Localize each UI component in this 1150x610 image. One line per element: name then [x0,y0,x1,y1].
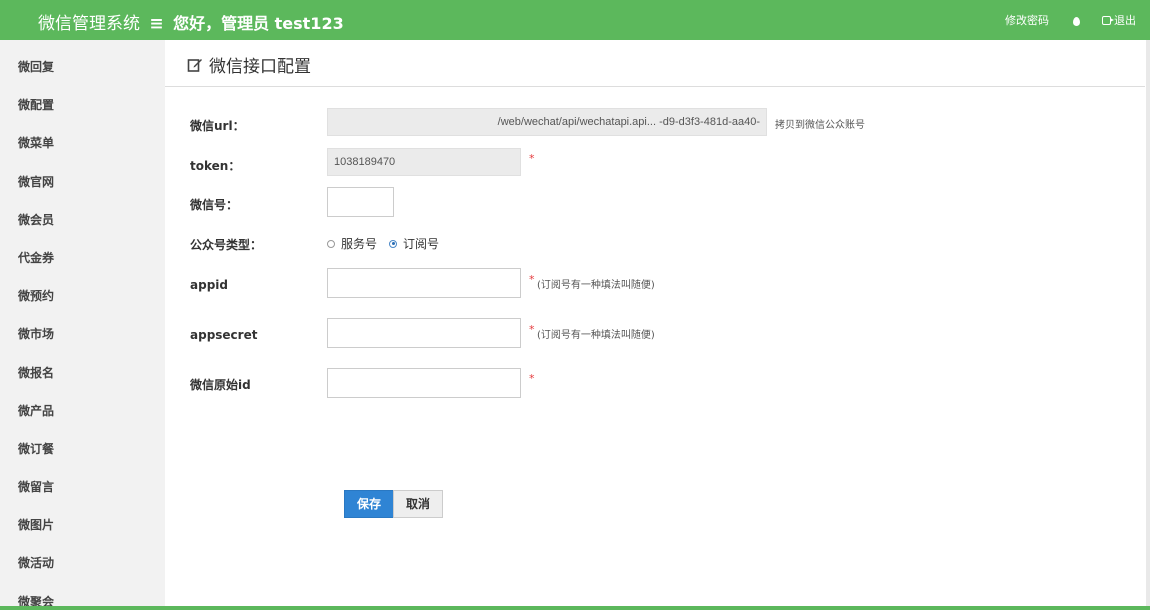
top-actions: 修改密码 退出 [1005,12,1136,28]
bottom-accent-bar [0,606,1150,610]
sidebar-item[interactable]: 代金券 [0,239,165,277]
token-required-mark: * [529,152,535,165]
main-content: 微信接口配置 微信url： /web/wechat/api/wechatapi.… [165,40,1150,606]
logout-link[interactable]: 退出 [1102,12,1136,28]
user-greeting: 您好，管理员 test123 [173,14,344,33]
sidebar-item[interactable]: 微活动 [0,544,165,582]
sidebar-item[interactable]: 微菜单 [0,124,165,162]
sidebar-item[interactable]: 微报名 [0,354,165,392]
url-hint: 拷贝到微信公众账号 [775,120,865,131]
radio-subscription-account[interactable]: 订阅号 [389,235,439,252]
radio-service-circle[interactable] [327,239,335,248]
original-id-input[interactable] [327,368,521,398]
sidebar-item[interactable]: 微官网 [0,163,165,201]
cancel-button[interactable]: 取消 [393,490,444,518]
sidebar-item[interactable]: 微回复 [0,48,165,86]
sidebar-item[interactable]: 微市场 [0,315,165,353]
account-type-radio-group: 服务号 订阅号 [327,235,451,252]
original-id-required-mark: * [529,372,535,385]
original-id-label: 微信原始id [190,378,251,392]
logout-icon [1102,15,1114,25]
wechat-id-label: 微信号： [190,198,239,212]
appsecret-hint: (订阅号有一种填法叫随便) [537,330,655,341]
token-label: token： [190,159,241,173]
theme-drop-icon[interactable] [1073,16,1080,26]
sidebar-item[interactable]: 微预约 [0,277,165,315]
token-field[interactable]: 1038189470 [327,148,521,176]
sidebar-item[interactable]: 微留言 [0,468,165,506]
sidebar-menu: 微回复 微配置 微菜单 微官网 微会员 代金券 微预约 微市场 微报名 微产品 微订餐 微留言 微图片微… [0,48,165,606]
menu-toggle-icon[interactable]: ≡ [149,14,163,34]
app-title[interactable]: 微信管理系统 [38,14,140,34]
top-navbar: 微信管理系统 ≡ 您好，管理员 test123 修改密码 退出 [0,0,1150,40]
url-label: 微信url： [190,119,245,133]
page-header: 微信接口配置 [165,40,1145,87]
radio-service-label: 服务号 [341,237,378,251]
change-password-link[interactable]: 修改密码 [1005,12,1049,28]
appsecret-input[interactable] [327,318,521,348]
account-type-label: 公众号类型： [190,238,263,252]
sidebar-item[interactable]: 微订餐 [0,430,165,468]
logout-label: 退出 [1114,14,1136,27]
radio-subscription-label: 订阅号 [403,237,440,251]
url-field[interactable]: /web/wechat/api/wechatapi.api... -d9-d3f… [327,108,767,136]
scrollbar-track[interactable] [1146,40,1150,606]
sidebar-item[interactable]: 微聚会 [0,583,165,606]
page-title: 微信接口配置 [187,52,311,77]
radio-subscription-circle[interactable] [389,239,398,248]
radio-service-account[interactable]: 服务号 [327,235,377,252]
page-title-text: 微信接口配置 [209,57,311,77]
appid-hint: (订阅号有一种填法叫随便) [537,280,655,291]
sidebar: 微回复 微配置 微菜单 微官网 微会员 代金券 微预约 微市场 微报名 微产品 微订餐 微留言 微图片微… [0,40,165,606]
appsecret-label: appsecret [190,328,258,342]
appid-required-mark: * [529,273,535,286]
appid-label: appid [190,278,228,292]
wechat-id-input[interactable] [327,187,394,217]
edit-icon [187,58,202,72]
appsecret-required-mark: * [529,323,535,336]
save-button[interactable]: 保存 [344,490,395,518]
sidebar-item[interactable]: 微配置 [0,86,165,124]
appid-input[interactable] [327,268,521,298]
sidebar-item[interactable]: 微产品 [0,392,165,430]
sidebar-item[interactable]: 微会员 [0,201,165,239]
sidebar-item[interactable]: 微图片 [0,506,165,544]
brand: 微信管理系统 ≡ 您好，管理员 test123 [38,9,344,34]
